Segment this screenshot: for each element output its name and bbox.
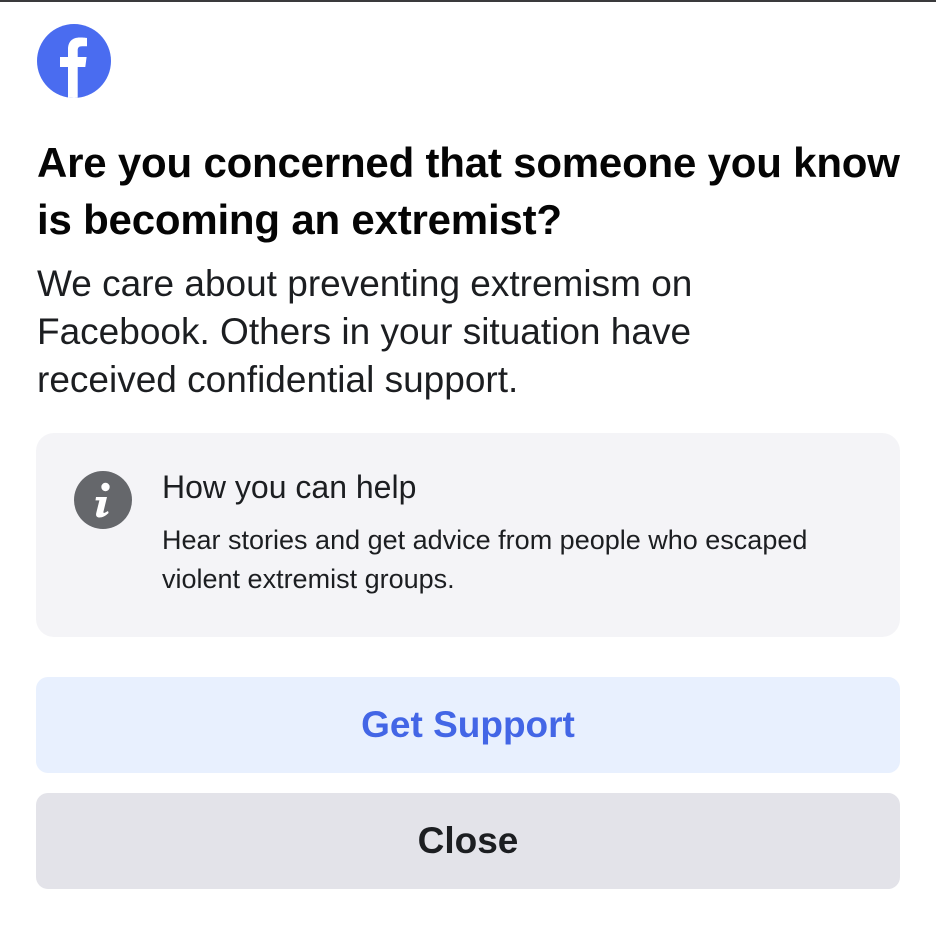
screen-top-border bbox=[0, 0, 936, 2]
info-card-title: How you can help bbox=[162, 469, 417, 505]
dialog-subtitle: We care about preventing extremism on Fa… bbox=[37, 263, 693, 400]
facebook-logo-icon bbox=[37, 24, 111, 98]
info-card: How you can help Hear stories and get ad… bbox=[36, 433, 900, 637]
info-card-body: Hear stories and get advice from people … bbox=[162, 525, 808, 594]
get-support-button[interactable]: Get Support bbox=[36, 677, 900, 773]
close-button[interactable]: Close bbox=[36, 793, 900, 889]
dialog-headline: Are you concerned that someone you know … bbox=[37, 139, 900, 243]
info-icon bbox=[74, 471, 132, 529]
